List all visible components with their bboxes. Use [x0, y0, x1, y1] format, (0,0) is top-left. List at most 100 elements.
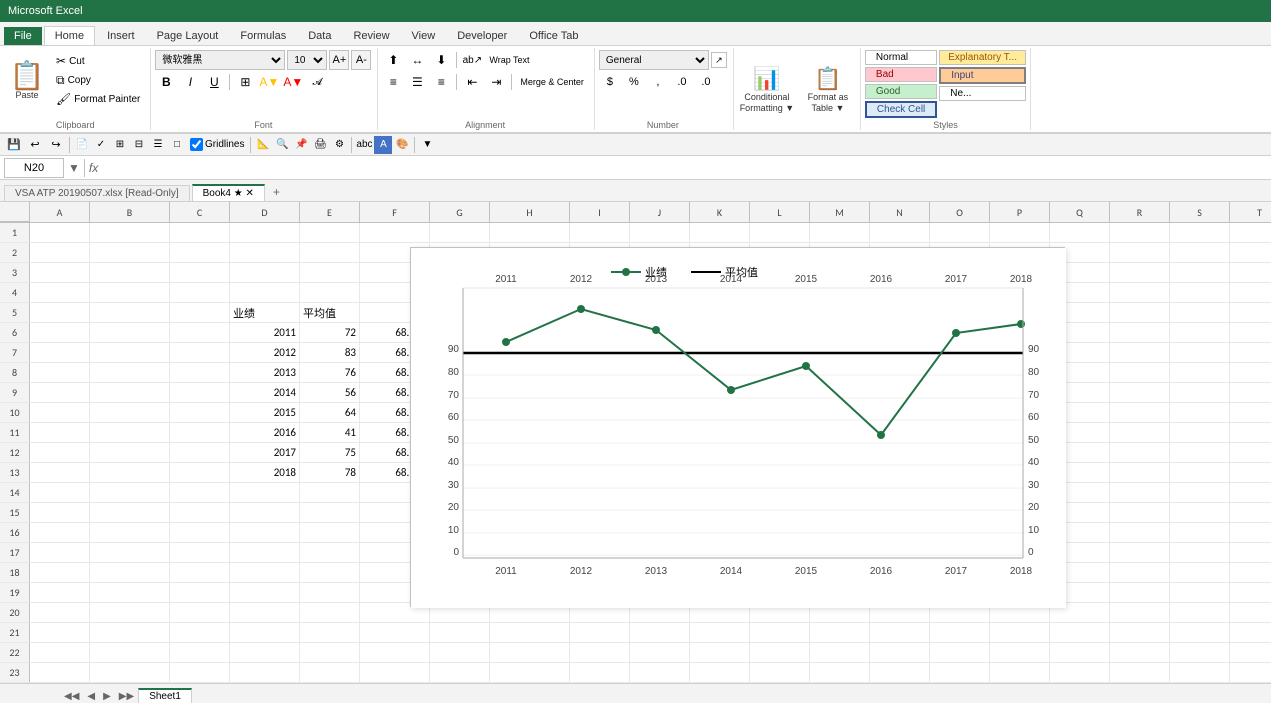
grid-cell[interactable]: [1170, 323, 1230, 342]
grid-cell[interactable]: [1110, 543, 1170, 562]
grid-cell[interactable]: [630, 643, 690, 662]
grid-cell[interactable]: [1230, 643, 1271, 662]
grid-cell[interactable]: [1110, 303, 1170, 322]
grid-cell[interactable]: [1110, 243, 1170, 262]
align-center-button[interactable]: ☰: [406, 72, 428, 92]
grid-cell[interactable]: [1170, 523, 1230, 542]
grid-cell[interactable]: [170, 643, 230, 662]
grid-cell[interactable]: [170, 363, 230, 382]
grid-cell[interactable]: [170, 463, 230, 482]
tb-more1[interactable]: 📐: [254, 136, 272, 154]
grid-cell[interactable]: [90, 623, 170, 642]
grid-cell[interactable]: [1230, 663, 1271, 682]
increase-decimal-button[interactable]: .0: [671, 72, 693, 92]
font-name-select[interactable]: 微软雅黑: [155, 50, 285, 70]
grid-cell[interactable]: [750, 663, 810, 682]
grid-cell[interactable]: [430, 643, 490, 662]
bold-button[interactable]: B: [155, 72, 177, 92]
grid-cell[interactable]: [170, 603, 230, 622]
grid-cell[interactable]: [170, 543, 230, 562]
grid-cell[interactable]: [90, 503, 170, 522]
style-input[interactable]: Input: [939, 67, 1026, 84]
col-I[interactable]: I: [570, 202, 630, 222]
grid-cell[interactable]: [30, 543, 90, 562]
grid-cell[interactable]: [1110, 443, 1170, 462]
style-explanatory[interactable]: Explanatory T...: [939, 50, 1026, 65]
sheet-nav-right[interactable]: ▶▶: [115, 690, 138, 703]
tb-btn5[interactable]: ☰: [149, 136, 167, 154]
underline-button[interactable]: U: [203, 72, 225, 92]
col-H[interactable]: H: [490, 202, 570, 222]
grid-cell[interactable]: [490, 623, 570, 642]
grid-cell[interactable]: [990, 223, 1050, 242]
grid-cell[interactable]: [170, 283, 230, 302]
italic-button[interactable]: I: [179, 72, 201, 92]
grid-cell[interactable]: [30, 303, 90, 322]
cut-button[interactable]: ✂ Cut: [52, 52, 144, 70]
grid-cell[interactable]: [1110, 223, 1170, 242]
grid-cell[interactable]: [1050, 623, 1110, 642]
grid-cell[interactable]: [1110, 263, 1170, 282]
tab-insert[interactable]: Insert: [97, 27, 145, 45]
grid-cell[interactable]: [1110, 663, 1170, 682]
col-O[interactable]: O: [930, 202, 990, 222]
wrap-text-button[interactable]: Wrap Text: [485, 50, 533, 70]
grid-cell[interactable]: [570, 223, 630, 242]
grid-cell[interactable]: [810, 223, 870, 242]
tb-btn6[interactable]: □: [168, 136, 186, 154]
grid-cell[interactable]: [170, 523, 230, 542]
grid-cell[interactable]: [1230, 523, 1271, 542]
borders-button[interactable]: ⊞: [234, 72, 256, 92]
align-top-button[interactable]: ⬆: [382, 50, 404, 70]
color-picker-btn[interactable]: 🎨: [393, 136, 411, 154]
increase-indent-button[interactable]: ⇥: [485, 72, 507, 92]
grid-cell[interactable]: [30, 283, 90, 302]
chart-container[interactable]: 业绩 平均值 2011 2012 2013 2014 2015 2016 201…: [410, 247, 1065, 607]
grid-cell[interactable]: [690, 223, 750, 242]
grid-cell[interactable]: [300, 523, 360, 542]
decrease-decimal-button[interactable]: .0: [695, 72, 717, 92]
grid-cell[interactable]: [1110, 503, 1170, 522]
grid-cell[interactable]: [230, 523, 300, 542]
grid-cell[interactable]: [30, 503, 90, 522]
col-J[interactable]: J: [630, 202, 690, 222]
grid-cell[interactable]: [1230, 263, 1271, 282]
grid-cell[interactable]: 64: [300, 403, 360, 422]
grid-cell[interactable]: 2012: [230, 343, 300, 362]
grid-cell[interactable]: [30, 243, 90, 262]
grid-cell[interactable]: [1170, 543, 1230, 562]
col-M[interactable]: M: [810, 202, 870, 222]
col-L[interactable]: L: [750, 202, 810, 222]
formula-input[interactable]: [102, 158, 1267, 178]
grid-cell[interactable]: [1110, 563, 1170, 582]
grid-cell[interactable]: [570, 663, 630, 682]
grid-cell[interactable]: [170, 443, 230, 462]
grid-cell[interactable]: [630, 623, 690, 642]
grid-cell[interactable]: [90, 223, 170, 242]
grid-cell[interactable]: [300, 583, 360, 602]
grid-cell[interactable]: [870, 623, 930, 642]
sheet1-tab[interactable]: Sheet1: [138, 688, 192, 703]
grid-cell[interactable]: [230, 583, 300, 602]
dropdown-btn[interactable]: ▼: [418, 136, 436, 154]
tb-more4[interactable]: 🖨: [311, 136, 329, 154]
grid-cell[interactable]: [360, 623, 430, 642]
tb-btn1[interactable]: 📄: [73, 136, 91, 154]
tab-vsa-atp[interactable]: VSA ATP 20190507.xlsx [Read-Only]: [4, 185, 190, 201]
grid-cell[interactable]: [170, 583, 230, 602]
grid-cell[interactable]: [170, 423, 230, 442]
grid-cell[interactable]: [90, 303, 170, 322]
grid-cell[interactable]: [230, 643, 300, 662]
merge-center-button[interactable]: Merge & Center: [516, 72, 588, 92]
grid-cell[interactable]: [690, 623, 750, 642]
tab-home[interactable]: Home: [44, 26, 95, 45]
grid-cell[interactable]: [570, 623, 630, 642]
col-K[interactable]: K: [690, 202, 750, 222]
grid-cell[interactable]: [1170, 243, 1230, 262]
align-right-button[interactable]: ≡: [430, 72, 452, 92]
grid-cell[interactable]: [230, 243, 300, 262]
col-P[interactable]: P: [990, 202, 1050, 222]
grid-cell[interactable]: [30, 403, 90, 422]
grid-cell[interactable]: [30, 643, 90, 662]
grid-cell[interactable]: [1170, 283, 1230, 302]
